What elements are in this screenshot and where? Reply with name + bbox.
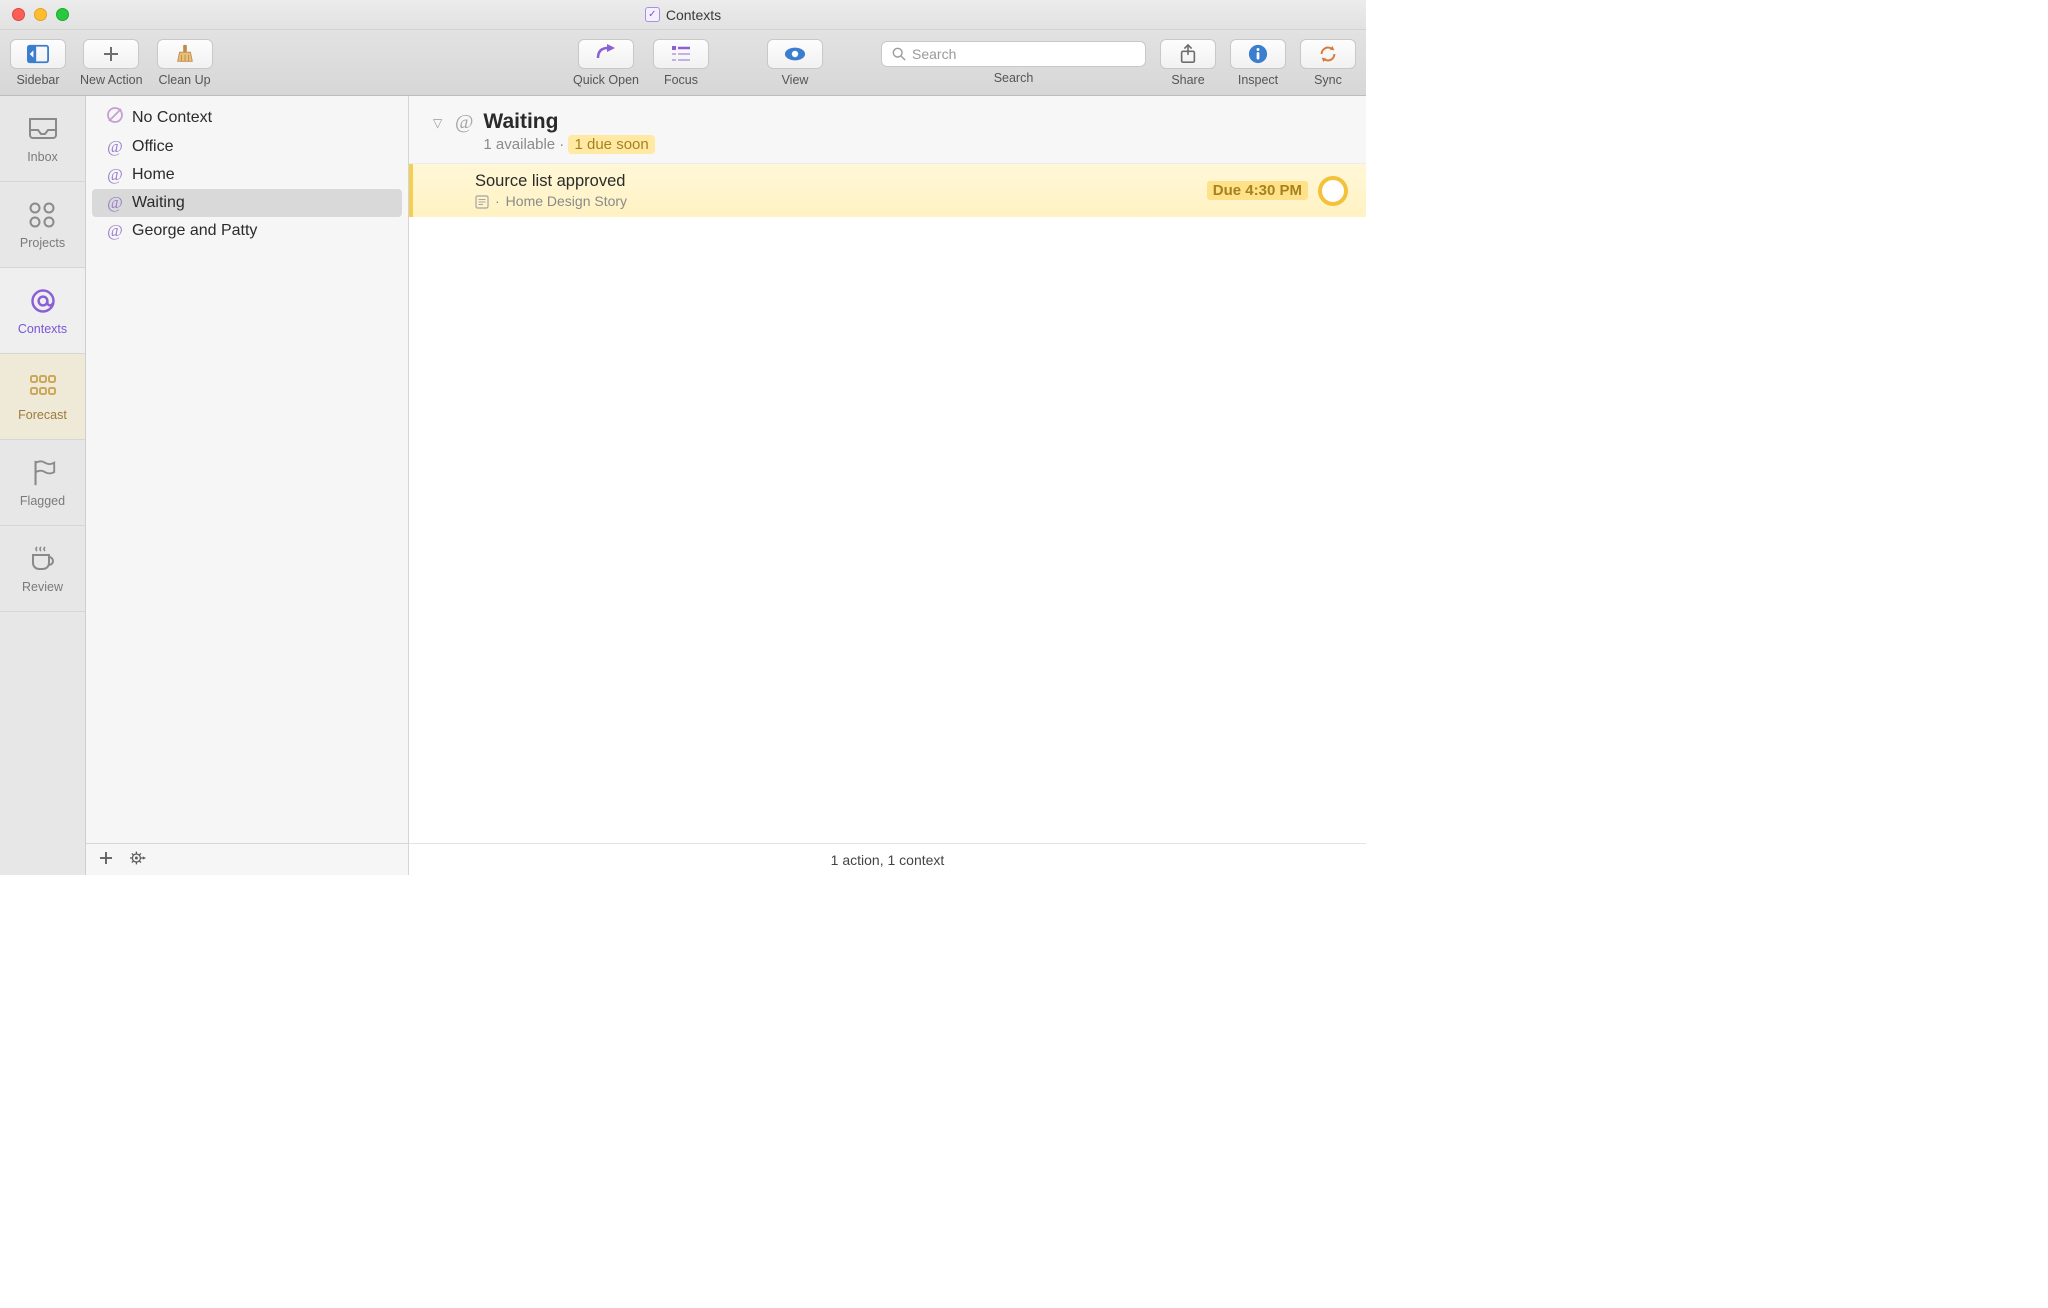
inspect-button-label: Inspect (1238, 73, 1278, 87)
context-item-home[interactable]: @ Home (92, 161, 402, 189)
new-action-button-label: New Action (80, 73, 143, 87)
status-bar: 1 action, 1 context (409, 843, 1366, 875)
search-icon (892, 47, 906, 61)
tab-contexts[interactable]: Contexts (0, 268, 85, 354)
content-header-subtitle: 1 available · 1 due soon (483, 136, 654, 153)
task-project: Home Design Story (506, 193, 627, 209)
context-item-office[interactable]: @ Office (92, 133, 402, 161)
task-checkbox[interactable] (1318, 176, 1348, 206)
context-item-waiting[interactable]: @ Waiting (92, 189, 402, 217)
broom-icon (174, 44, 196, 64)
context-item-no-context[interactable]: No Context (92, 102, 402, 133)
sidebar-icon (27, 44, 49, 64)
view-button-label: View (782, 73, 809, 87)
tab-label: Inbox (27, 150, 58, 164)
search-field[interactable] (881, 41, 1146, 67)
at-sign-icon: @ (106, 221, 124, 241)
sidebar-button[interactable] (10, 39, 66, 69)
sync-button[interactable] (1300, 39, 1356, 69)
flag-icon (26, 458, 60, 488)
tab-label: Forecast (18, 408, 67, 422)
at-sign-icon: @ (455, 111, 473, 134)
context-item-george-and-patty[interactable]: @ George and Patty (92, 217, 402, 245)
tab-projects[interactable]: Projects (0, 182, 85, 268)
note-icon (475, 193, 489, 209)
tab-label: Contexts (18, 322, 67, 336)
window-title: Contexts (0, 7, 1366, 23)
window-title-text: Contexts (666, 7, 721, 23)
available-count: 1 available (483, 136, 555, 153)
focus-button-label: Focus (664, 73, 698, 87)
context-item-label: Office (132, 138, 174, 156)
eye-icon (784, 44, 806, 64)
at-sign-icon: @ (106, 137, 124, 157)
perspective-tabbar: Inbox Projects Contexts (0, 96, 86, 875)
add-context-button[interactable] (98, 850, 114, 870)
tab-forecast[interactable]: Forecast (0, 354, 85, 440)
close-window-button[interactable] (12, 8, 25, 21)
inbox-tray-icon (26, 114, 60, 144)
toolbar: Sidebar New Action Clean Up (0, 30, 1366, 96)
title-bar: Contexts (0, 0, 1366, 30)
at-sign-icon (26, 286, 60, 316)
due-soon-badge: 1 due soon (568, 135, 654, 154)
context-item-label: George and Patty (132, 222, 257, 240)
tab-inbox[interactable]: Inbox (0, 96, 85, 182)
share-icon (1177, 44, 1199, 64)
view-button[interactable] (767, 39, 823, 69)
search-field-label: Search (994, 71, 1034, 85)
task-title: Source list approved (475, 172, 627, 191)
disclosure-triangle-icon[interactable]: ▽ (433, 116, 445, 130)
tab-flagged[interactable]: Flagged (0, 440, 85, 526)
content-header: ▽ @ Waiting 1 available · 1 due soon (409, 96, 1366, 164)
status-text: 1 action, 1 context (831, 852, 945, 868)
forecast-grid-icon (26, 372, 60, 402)
coffee-cup-icon (26, 544, 60, 574)
quick-open-button-label: Quick Open (573, 73, 639, 87)
tab-review[interactable]: Review (0, 526, 85, 612)
search-input[interactable] (912, 46, 1135, 62)
share-button-label: Share (1171, 73, 1204, 87)
sidebar-button-label: Sidebar (16, 73, 59, 87)
context-sidebar: No Context @ Office @ Home @ Waiting @ G… (86, 96, 409, 875)
info-icon (1247, 44, 1269, 64)
tab-label: Review (22, 580, 63, 594)
context-item-label: No Context (132, 109, 212, 127)
maximize-window-button[interactable] (56, 8, 69, 21)
minimize-window-button[interactable] (34, 8, 47, 21)
projects-nodes-icon (26, 200, 60, 230)
context-item-label: Waiting (132, 194, 185, 212)
content-header-title: Waiting (483, 110, 654, 134)
task-row[interactable]: Source list approved · Home Design Story… (409, 164, 1366, 217)
clean-up-button-label: Clean Up (158, 73, 210, 87)
tab-label: Flagged (20, 494, 65, 508)
sync-icon (1317, 44, 1339, 64)
quick-open-arrow-icon (595, 44, 617, 64)
main-content: ▽ @ Waiting 1 available · 1 due soon Sou… (409, 96, 1366, 875)
task-due-badge: Due 4:30 PM (1207, 181, 1308, 200)
sync-button-label: Sync (1314, 73, 1342, 87)
plus-icon (100, 44, 122, 64)
focus-list-icon (670, 44, 692, 64)
inspect-button[interactable] (1230, 39, 1286, 69)
no-context-icon (106, 106, 124, 129)
share-button[interactable] (1160, 39, 1216, 69)
sidebar-settings-button[interactable] (130, 850, 146, 870)
tab-label: Projects (20, 236, 65, 250)
context-item-label: Home (132, 166, 175, 184)
context-sidebar-footer (86, 843, 408, 875)
traffic-lights (12, 8, 69, 21)
clean-up-button[interactable] (157, 39, 213, 69)
focus-button[interactable] (653, 39, 709, 69)
quick-open-button[interactable] (578, 39, 634, 69)
at-sign-icon: @ (106, 165, 124, 185)
window-title-icon (645, 7, 660, 22)
at-sign-icon: @ (106, 193, 124, 213)
new-action-button[interactable] (83, 39, 139, 69)
